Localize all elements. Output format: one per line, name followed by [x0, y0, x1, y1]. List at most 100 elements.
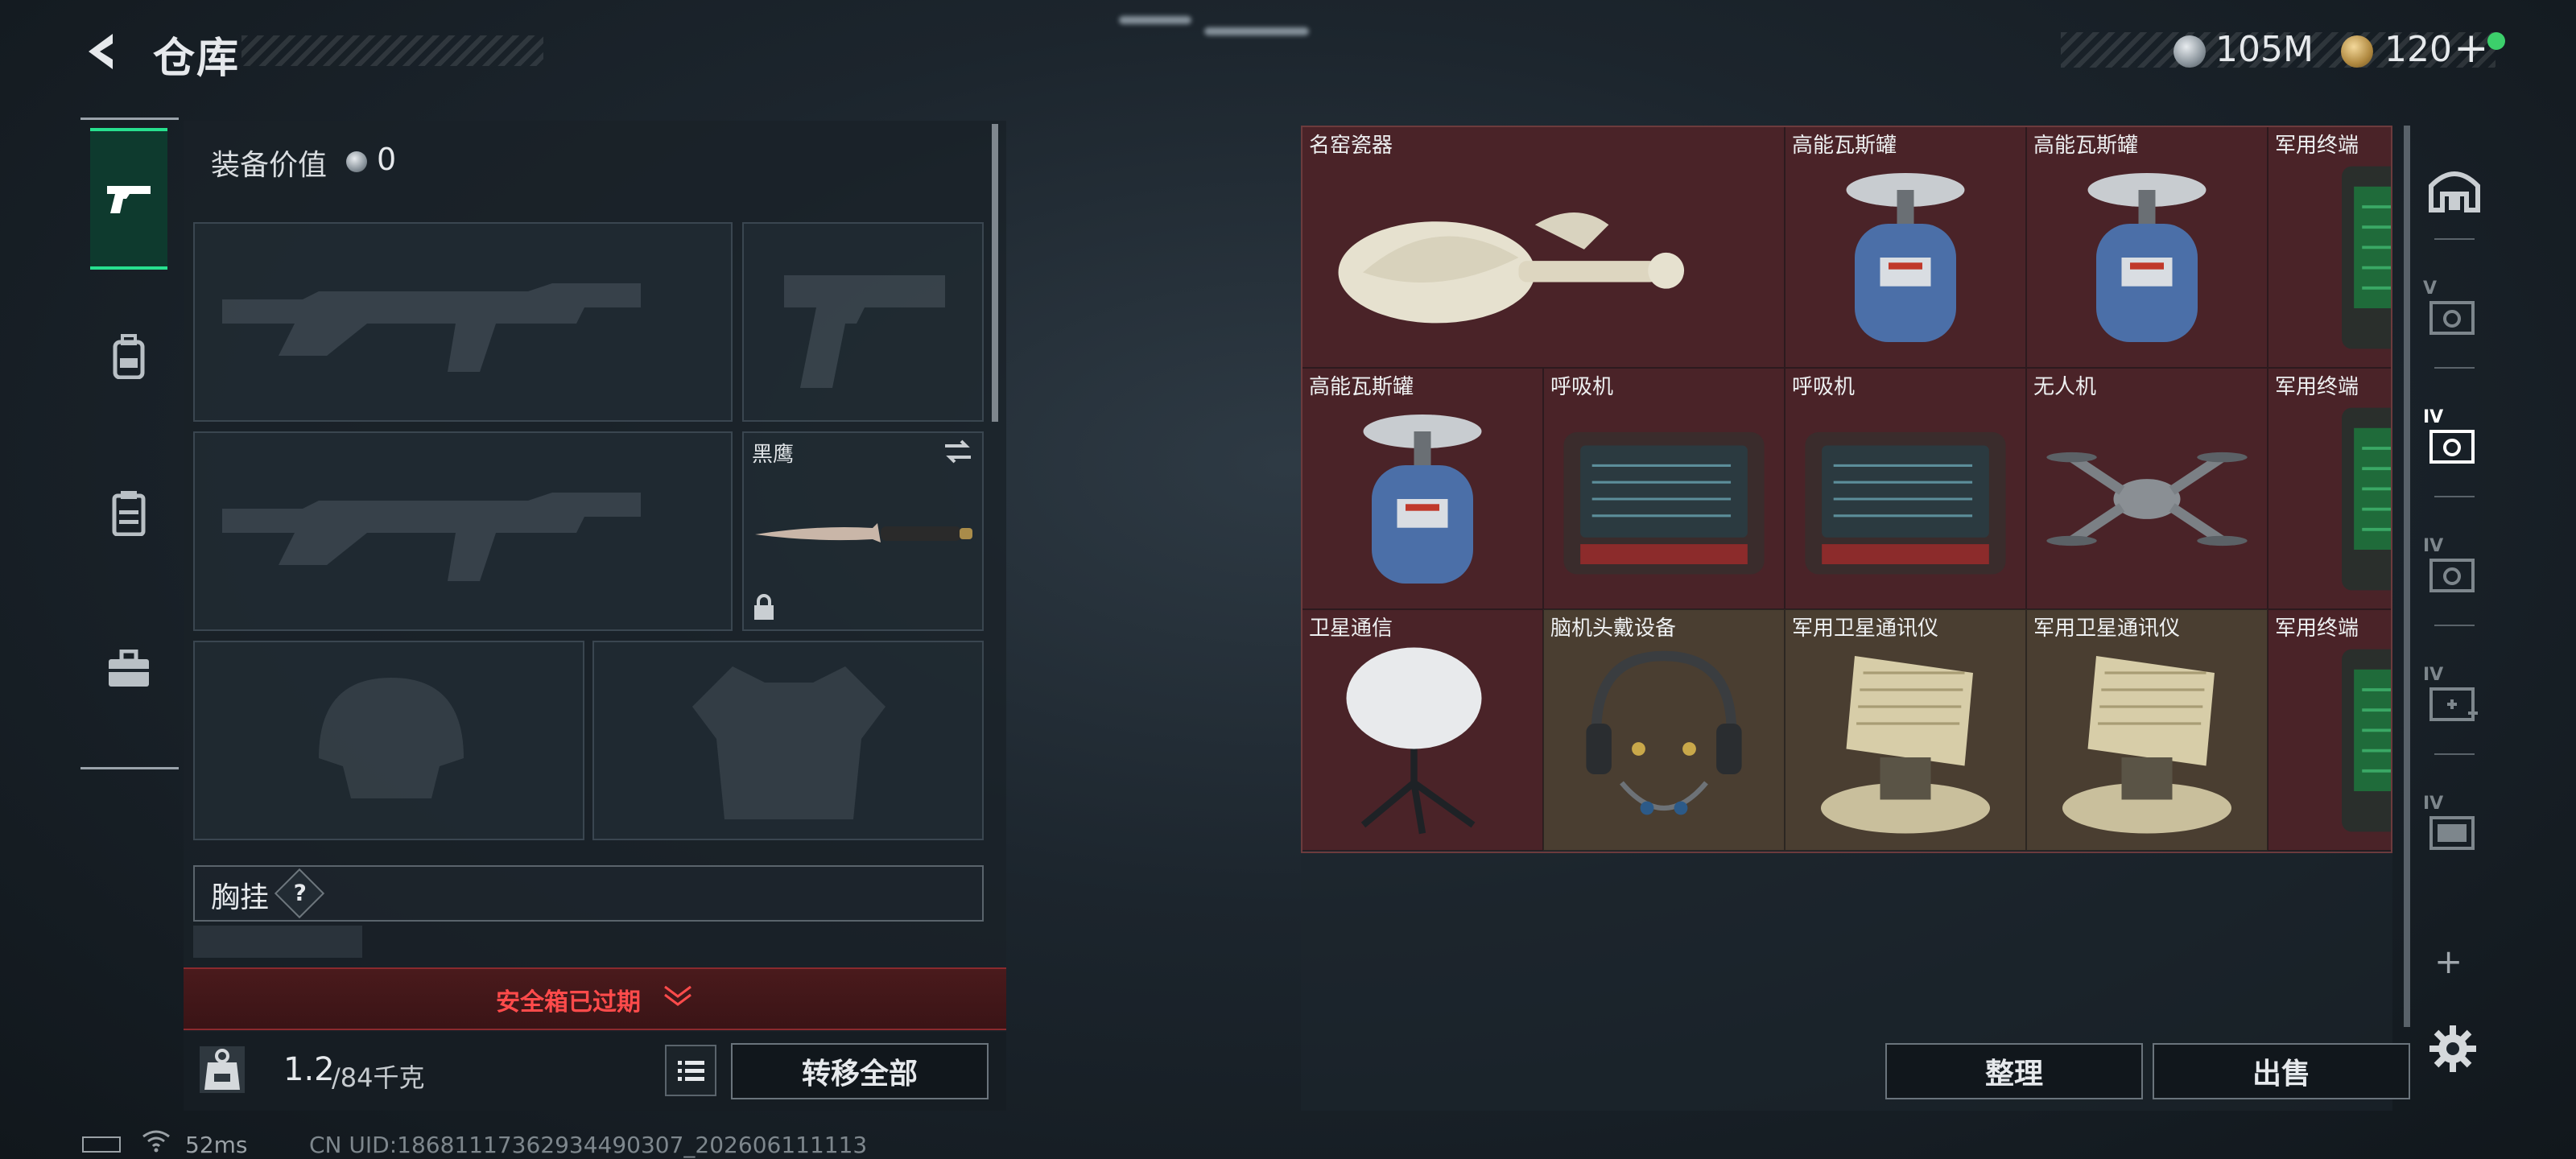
stash-item-slot[interactable]: 军用终端 — [2268, 368, 2391, 609]
helmet-slot[interactable] — [193, 641, 584, 840]
stash-item-slot[interactable]: 名窑瓷器 — [1302, 127, 1785, 368]
tier-label: IV — [2423, 665, 2444, 685]
weight-icon — [200, 1046, 245, 1093]
drone-icon — [2038, 398, 2256, 600]
stash-item-slot[interactable]: 军用卫星通讯仪 — [1785, 609, 2026, 851]
stash-item-slot[interactable]: 无人机 — [2026, 368, 2268, 609]
gas-canister-icon — [1797, 156, 2014, 359]
chest-rig-label: 胸挂 — [211, 881, 270, 914]
tier-iv-medical-tab[interactable]: IV — [2420, 662, 2489, 742]
military-terminal-icon — [2280, 156, 2391, 359]
toolbox-icon — [109, 650, 149, 687]
tier-iv-tab[interactable]: IV — [2420, 533, 2489, 613]
stash-item-slot[interactable]: 呼吸机 — [1785, 368, 2026, 609]
title-decoration — [242, 35, 543, 66]
chest-rig-help-text: ? — [293, 879, 307, 906]
backpack-tab[interactable] — [90, 286, 167, 427]
swap-icon[interactable] — [942, 438, 974, 465]
weapon-tab[interactable] — [90, 128, 167, 270]
rifle-silhouette-icon — [222, 283, 641, 372]
tier-label: IV — [2423, 794, 2444, 814]
tier-iv-tab-active[interactable]: IV — [2420, 404, 2489, 485]
tier-iv-case-tab[interactable]: IV — [2420, 790, 2489, 871]
secondary-weapon-slot[interactable] — [742, 222, 984, 422]
stash-item-name: 军用终端 — [2275, 617, 2359, 641]
ping: 52ms — [185, 1132, 248, 1158]
tier-label: IV — [2423, 536, 2444, 556]
stash-item-name: 军用终端 — [2275, 134, 2359, 158]
stash-item-name: 无人机 — [2033, 375, 2097, 399]
stash-item-slot[interactable]: 脑机头戴设备 — [1543, 609, 1785, 851]
back-arrow-icon[interactable] — [77, 27, 126, 76]
house-icon — [2429, 171, 2480, 212]
stash-item-name: 呼吸机 — [1792, 375, 1856, 399]
gold-coin-icon — [2341, 35, 2373, 68]
tier-label: IV — [2423, 407, 2444, 427]
stash-item-slot[interactable]: 卫星通信 — [1302, 609, 1543, 851]
medical-stash-icon — [2429, 687, 2478, 721]
user-uid: CN UID:18681117362934490307_202606111113 — [309, 1132, 868, 1158]
primary-weapon-slot-2[interactable] — [193, 431, 733, 631]
currency-gold-amount: 120 — [2384, 29, 2452, 70]
equipment-value-label: 装备价值 — [211, 149, 328, 182]
add-stash-button[interactable]: + — [2434, 942, 2462, 981]
home-stash-tab[interactable] — [2420, 150, 2489, 230]
chevron-down-icon — [662, 984, 694, 1014]
pistol-icon — [107, 186, 151, 213]
pistol-silhouette-icon — [784, 275, 945, 388]
transfer-all-button[interactable]: 转移全部 — [731, 1043, 989, 1099]
rifle-silhouette-icon — [222, 493, 641, 581]
toolbox-tab[interactable] — [90, 598, 167, 740]
military-satcom-icon — [1797, 639, 2014, 842]
stash-item-slot[interactable]: 高能瓦斯罐 — [2026, 127, 2268, 368]
add-currency-button[interactable]: + — [2454, 24, 2489, 72]
battery-icon — [82, 1136, 121, 1153]
primary-weapon-slot[interactable] — [193, 222, 733, 422]
loadout-category-rail — [80, 118, 179, 769]
current-weight: 1.2 — [283, 1051, 335, 1088]
settings-gear-icon[interactable] — [2428, 1024, 2478, 1074]
stash-item-name: 军用卫星通讯仪 — [2033, 617, 2181, 641]
stash-tier-icon — [2429, 301, 2475, 335]
max-weight: /84千克 — [332, 1062, 425, 1093]
sort-button[interactable]: 整理 — [1885, 1043, 2143, 1099]
sell-button[interactable]: 出售 — [2153, 1043, 2410, 1099]
armor-slot[interactable] — [592, 641, 984, 840]
armor-silhouette-icon — [692, 666, 886, 819]
vest-tab[interactable] — [90, 442, 167, 584]
silver-coin-icon — [346, 151, 367, 172]
page-title: 仓库 — [153, 35, 241, 83]
list-view-button[interactable] — [665, 1045, 716, 1096]
case-stash-icon — [2429, 816, 2475, 850]
vest-icon — [112, 491, 146, 536]
silver-coin-icon — [2174, 35, 2206, 68]
stash-item-slot[interactable]: 军用卫星通讯仪 — [2026, 609, 2268, 851]
stash-item-slot[interactable]: 呼吸机 — [1543, 368, 1785, 609]
stash-item-name: 军用终端 — [2275, 375, 2359, 399]
tier-v-tab[interactable]: V — [2420, 275, 2489, 356]
stash-item-slot[interactable]: 军用终端 — [2268, 127, 2391, 368]
safe-box-status: 安全箱已过期 — [496, 988, 641, 1017]
melee-name: 黑鹰 — [752, 443, 795, 467]
stash-grid: 名窑瓷器 高能瓦斯罐 高能瓦斯罐 军用终端 高能瓦斯罐 呼吸机 呼吸机 无人机 军用终端 卫星通信… — [1301, 126, 2392, 853]
stash-item-name: 脑机头戴设备 — [1550, 617, 1677, 641]
satellite-dish-icon — [1314, 639, 1531, 842]
gas-canister-icon — [2038, 156, 2256, 359]
stash-item-slot[interactable]: 高能瓦斯罐 — [1302, 368, 1543, 609]
loadout-scrollbar[interactable] — [992, 124, 998, 422]
tier-label: V — [2423, 278, 2438, 299]
stash-item-name: 高能瓦斯罐 — [1792, 134, 1897, 158]
stash-item-slot[interactable]: 高能瓦斯罐 — [1785, 127, 2026, 368]
military-terminal-icon — [2280, 639, 2391, 842]
stash-item-slot[interactable]: 军用终端 — [2268, 609, 2391, 851]
currency-silver-amount: 105M — [2215, 29, 2314, 70]
wifi-icon — [140, 1128, 172, 1159]
gas-canister-icon — [1314, 398, 1531, 600]
list-icon — [678, 1061, 704, 1081]
military-terminal-icon — [2280, 398, 2391, 600]
porcelain-vase-icon — [1314, 156, 1773, 359]
stash-item-name: 高能瓦斯罐 — [2033, 134, 2139, 158]
melee-slot[interactable]: 黑鹰 — [742, 431, 984, 631]
ventilator-icon — [1797, 398, 2014, 600]
stash-scrollbar[interactable] — [2404, 126, 2410, 1027]
